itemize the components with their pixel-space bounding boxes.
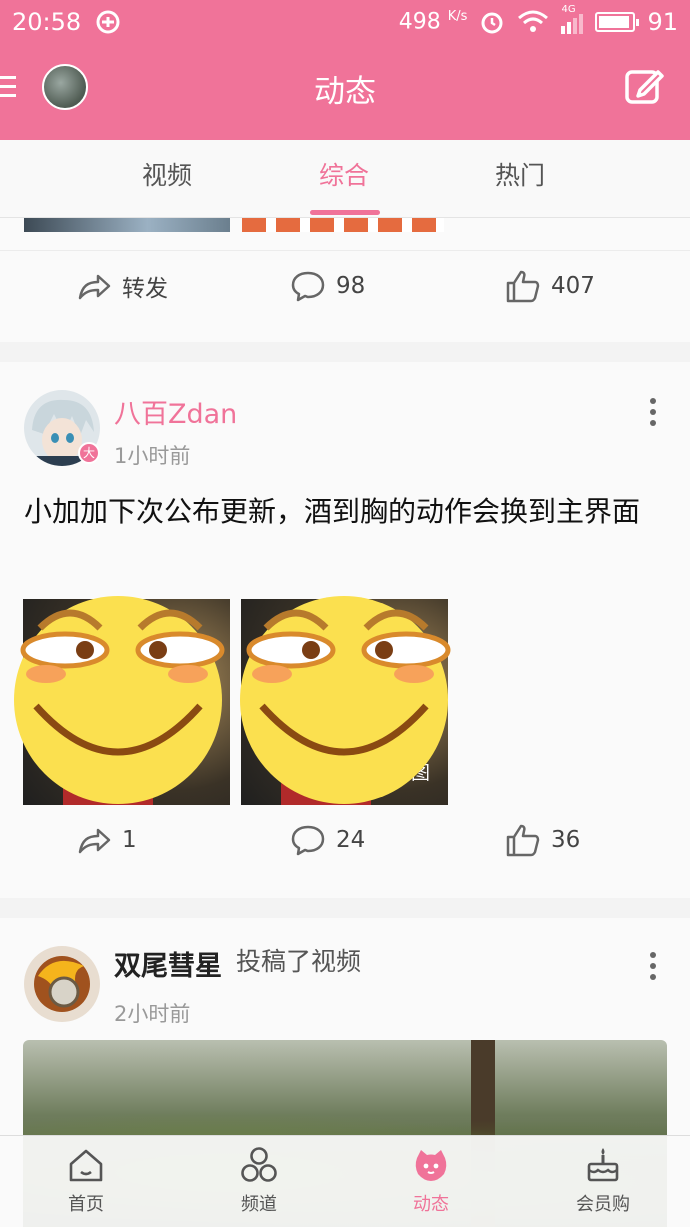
- more-options-icon[interactable]: [650, 952, 658, 985]
- nav-member-shop[interactable]: 会员购: [548, 1136, 658, 1227]
- net-speed: 498 K/s: [398, 9, 468, 35]
- like-button[interactable]: 407: [505, 268, 595, 304]
- member-badge: 大: [78, 442, 100, 464]
- wifi-icon: [518, 10, 549, 32]
- toolbar: 动态: [0, 44, 690, 140]
- post-card-previous: 转发 98 407: [0, 218, 690, 342]
- comment-icon: [291, 271, 325, 302]
- dynamic-icon: [415, 1150, 447, 1181]
- tab-indicator: [310, 210, 380, 215]
- bottom-nav: 首页 频道 动态 会员购: [0, 1135, 690, 1227]
- channel-icon: [241, 1147, 277, 1182]
- nav-dynamic[interactable]: 动态: [376, 1136, 486, 1227]
- post-text: 小加加下次公布更新，酒到胸的动作会换到主界面: [24, 495, 641, 528]
- username[interactable]: 八百Zdan: [114, 392, 237, 431]
- post-image[interactable]: [242, 218, 444, 232]
- like-button[interactable]: 36: [505, 822, 580, 858]
- status-time: 20:58: [12, 8, 82, 36]
- nav-channel[interactable]: 频道: [204, 1136, 314, 1227]
- nav-home[interactable]: 首页: [31, 1136, 141, 1227]
- tab-hot[interactable]: 热门: [495, 156, 545, 192]
- smiley-sticker: [14, 596, 225, 804]
- tab-general[interactable]: 综合: [319, 156, 369, 192]
- share-icon: [78, 828, 111, 854]
- tab-bar: 视频 综合 热门: [0, 140, 690, 218]
- more-options-icon[interactable]: [650, 398, 658, 431]
- share-icon: [78, 274, 111, 300]
- notification-icon: [96, 10, 120, 34]
- page-title: 动态: [314, 74, 376, 110]
- post-time: 2小时前: [114, 1002, 191, 1026]
- signal-icon: 4G: [561, 4, 584, 34]
- status-bar: 20:58 498 K/s 4G 91: [0, 0, 690, 44]
- cake-icon: [587, 1148, 619, 1182]
- share-button[interactable]: 转发: [76, 268, 168, 304]
- comment-icon: [291, 825, 325, 856]
- smiley-sticker: [240, 596, 451, 804]
- tab-video[interactable]: 视频: [142, 156, 192, 192]
- battery-icon: [595, 12, 640, 32]
- thumbs-up-icon: [506, 824, 540, 857]
- action-row: 转发 98 407: [0, 268, 690, 328]
- home-icon: [69, 1149, 103, 1182]
- post-time: 1小时前: [114, 444, 191, 468]
- post-action-text: 投稿了视频: [236, 947, 362, 976]
- app-header: 20:58 498 K/s 4G 91 动态: [0, 0, 690, 140]
- battery-level: 91: [647, 8, 678, 36]
- post-images: [24, 218, 444, 232]
- alarm-icon: [481, 12, 503, 34]
- comment-button[interactable]: 24: [290, 822, 365, 858]
- thumbs-up-icon: [506, 270, 540, 303]
- user-avatar[interactable]: [24, 946, 100, 1022]
- post-card: 大 八百Zdan 1小时前 小加加下次公布更新，酒到胸的动作会换到主界面 动图: [0, 362, 690, 898]
- post-image[interactable]: [24, 218, 230, 232]
- share-button[interactable]: 1: [76, 822, 137, 858]
- action-row: 1 24 36: [0, 822, 690, 882]
- edit-icon[interactable]: [624, 66, 664, 106]
- username[interactable]: 双尾彗星: [114, 944, 222, 983]
- comment-button[interactable]: 98: [290, 268, 365, 304]
